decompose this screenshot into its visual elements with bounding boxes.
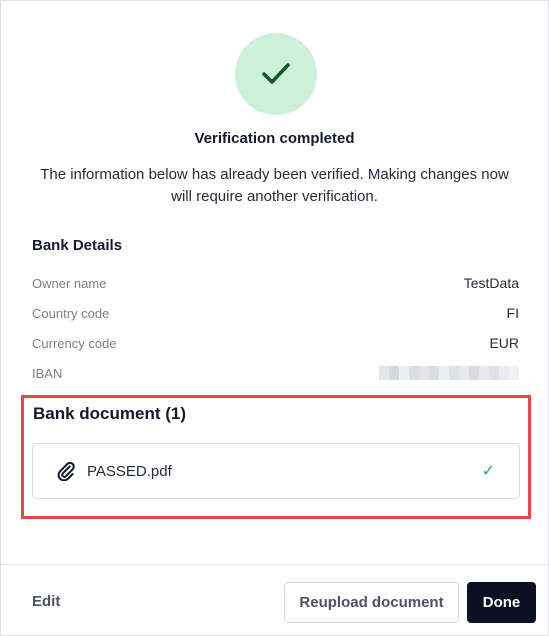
success-badge [235,33,317,115]
owner-name-row: Owner name TestData [32,273,519,293]
row-value: TestData [463,275,519,291]
country-code-row: Country code FI [32,303,519,323]
paperclip-icon [55,460,77,482]
row-label: Currency code [32,335,117,351]
uploaded-file-item[interactable]: PASSED.pdf ✓ [32,443,520,499]
row-label: IBAN [32,365,63,381]
bank-document-heading: Bank document (1) [33,404,187,423]
edit-button[interactable]: Edit [32,593,60,610]
file-name: PASSED.pdf [87,462,172,480]
dialog-subtitle: The information below has already been v… [40,166,509,205]
verification-dialog: Verification completed The information b… [0,0,549,636]
bank-details-heading: Bank Details [32,237,123,254]
row-value: FI [506,305,519,321]
checkmark-icon [262,63,290,84]
checkmark-icon: ✓ [481,463,495,480]
footer-divider [1,564,548,565]
reupload-document-button[interactable]: Reupload document [284,582,459,623]
iban-redacted-value [379,366,519,380]
currency-code-row: Currency code EUR [32,333,519,353]
done-button[interactable]: Done [467,582,536,623]
row-label: Owner name [32,275,107,291]
row-value: EUR [489,335,519,351]
iban-row: IBAN [32,363,519,383]
dialog-title: Verification completed [194,130,355,147]
row-label: Country code [32,305,110,321]
